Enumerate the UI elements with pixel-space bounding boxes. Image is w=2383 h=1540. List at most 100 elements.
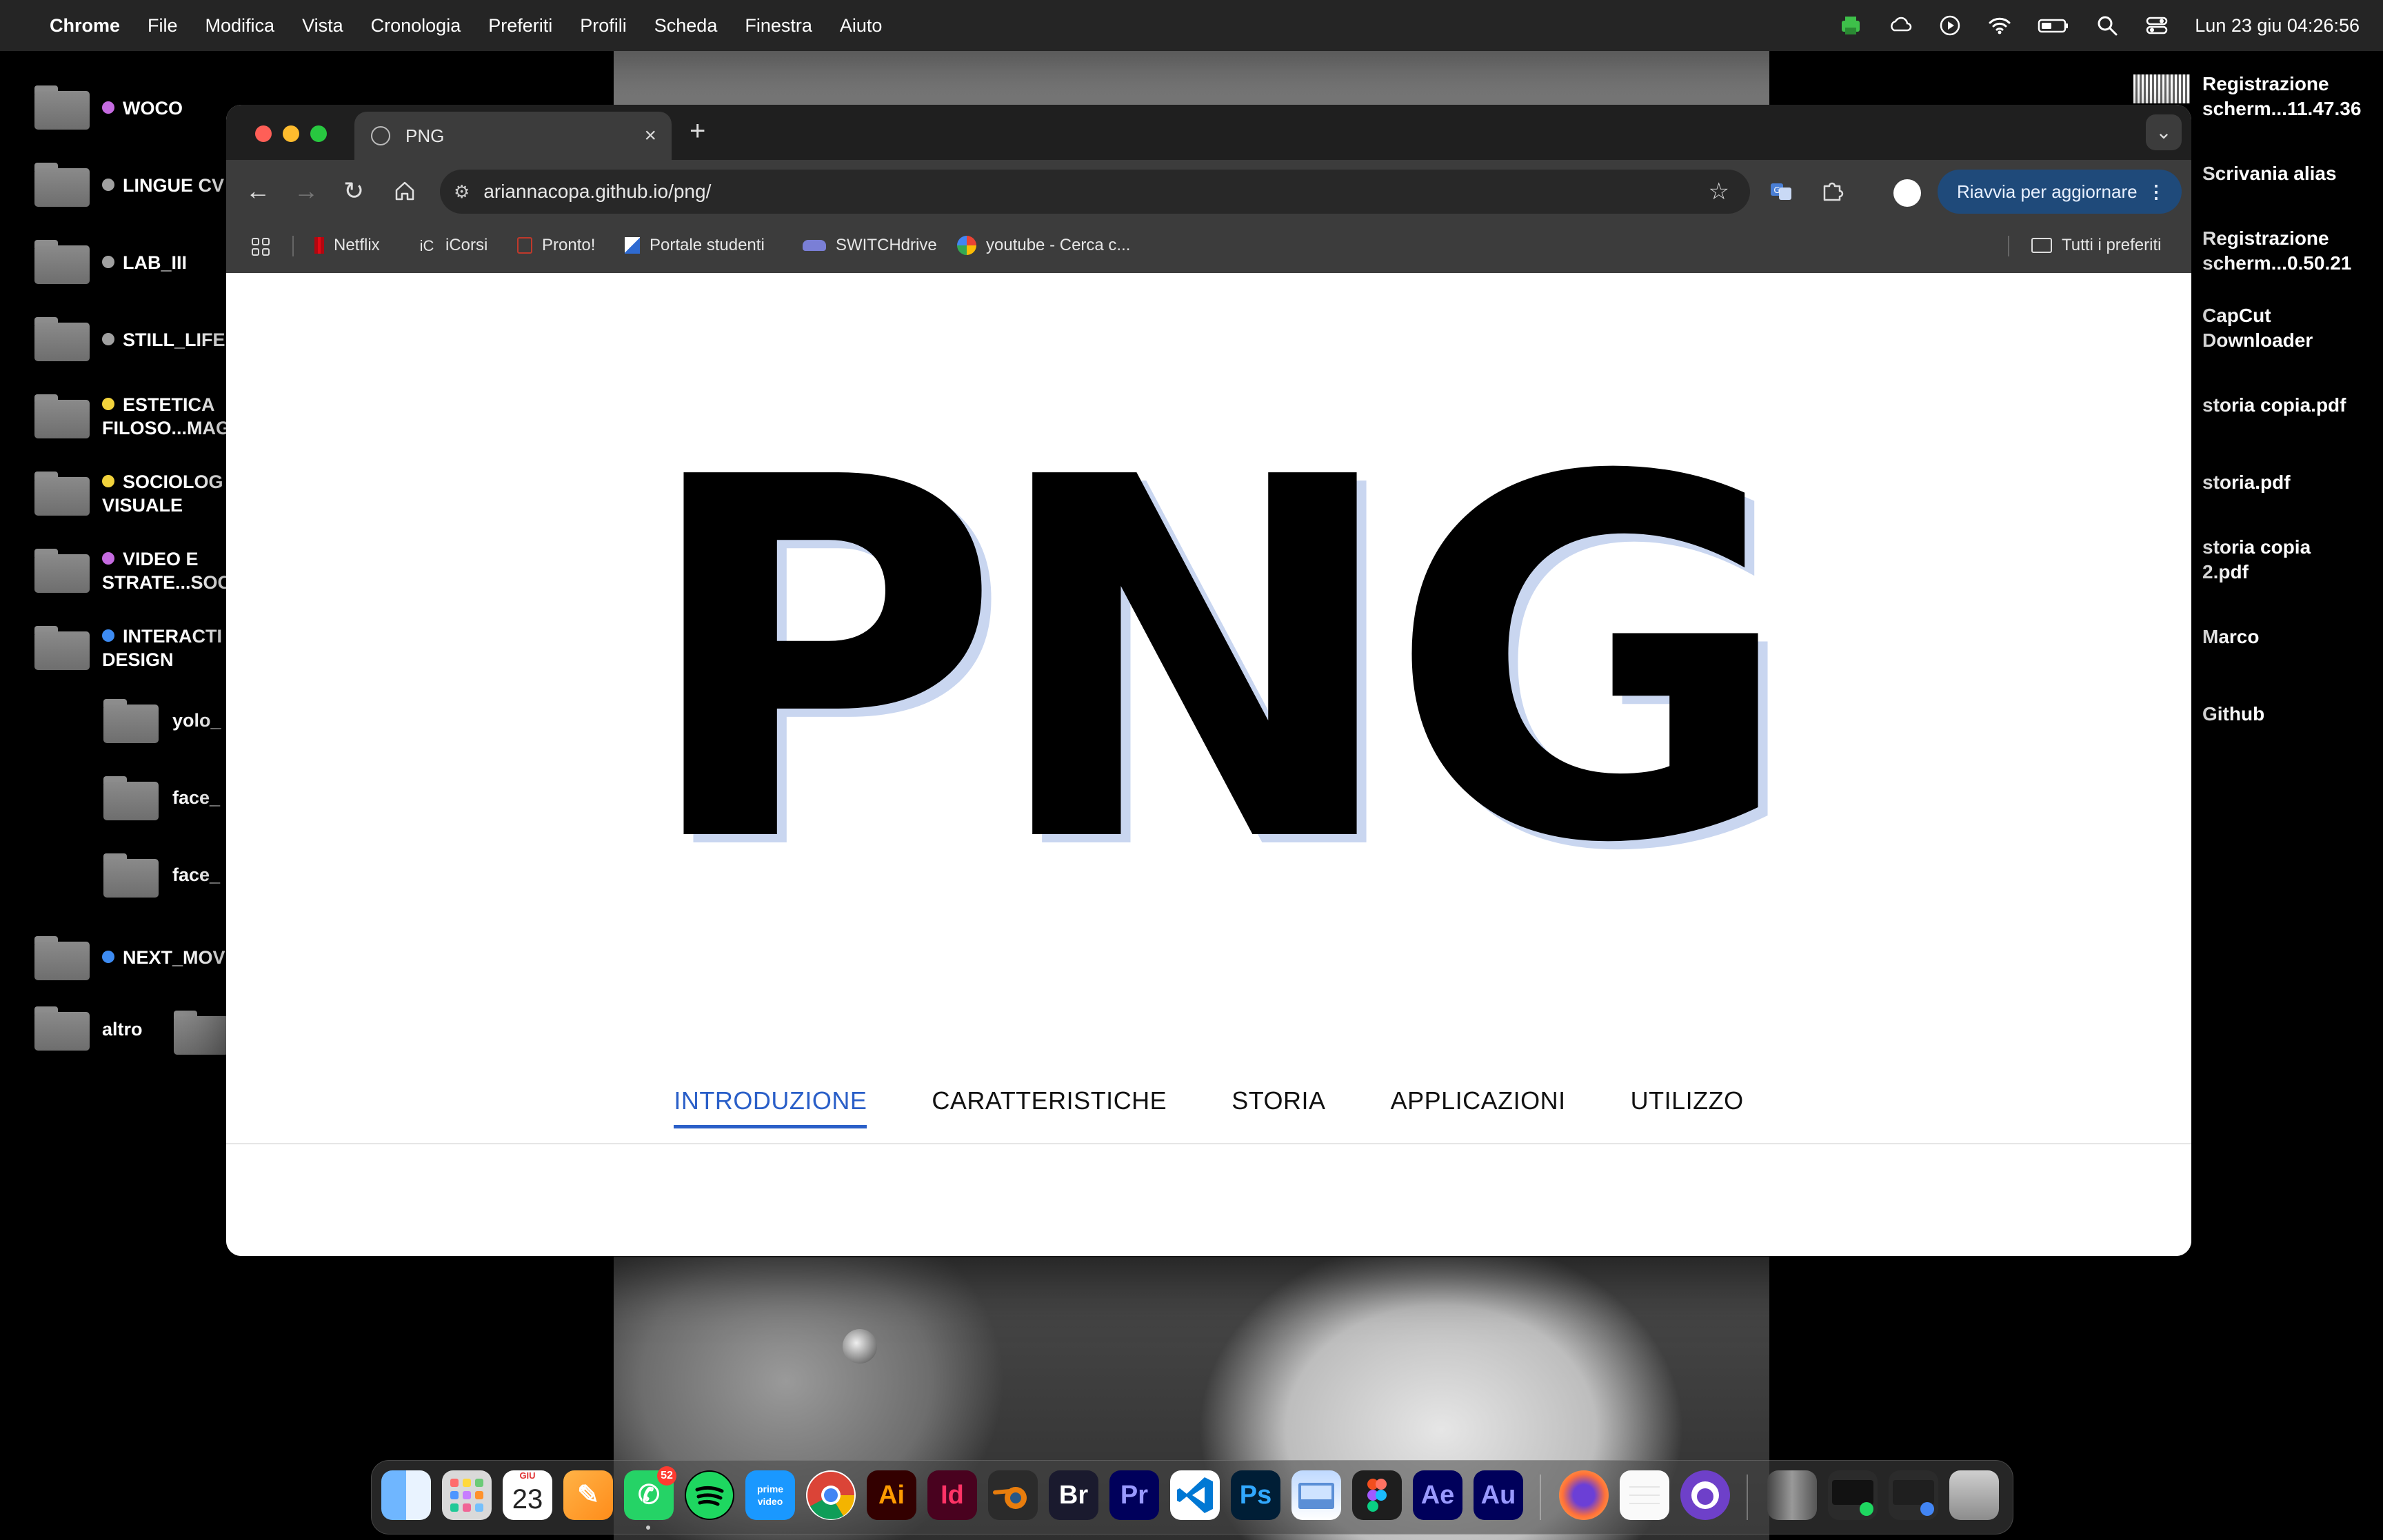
nav-applicazioni[interactable]: APPLICAZIONI <box>1391 1086 1566 1128</box>
menu-finestra[interactable]: Finestra <box>745 15 812 37</box>
bridge-icon[interactable]: Br <box>1049 1470 1098 1520</box>
finder-icon[interactable] <box>381 1470 431 1520</box>
desktop-item-video[interactable]: VIDEO E STRATE...SOC <box>102 547 231 594</box>
nav-utilizzo[interactable]: UTILIZZO <box>1631 1086 1744 1128</box>
notes-icon[interactable] <box>1620 1470 1669 1520</box>
firefox-icon[interactable] <box>1559 1470 1609 1520</box>
menu-preferiti[interactable]: Preferiti <box>488 15 552 37</box>
vscode-icon[interactable] <box>1170 1470 1220 1520</box>
bookmark-icorsi[interactable]: iC iCorsi <box>418 236 488 255</box>
play-circle-icon[interactable] <box>1938 14 1962 37</box>
printer-status-icon[interactable] <box>1839 14 1862 37</box>
desktop-file-storia[interactable]: storia.pdf <box>2202 470 2291 495</box>
menu-profili[interactable]: Profili <box>580 15 627 37</box>
profile-avatar[interactable] <box>1893 179 1921 207</box>
folder-icon[interactable] <box>103 776 159 820</box>
desktop-item-interaction[interactable]: INTERACTI DESIGN <box>102 625 222 671</box>
folder-icon[interactable] <box>34 317 90 361</box>
prime-video-icon[interactable]: prime video <box>745 1470 795 1520</box>
all-bookmarks[interactable]: Tutti i preferiti <box>2031 236 2161 255</box>
desktop-subitem-face-2[interactable]: face_ <box>172 863 220 886</box>
bookmark-switchdrive[interactable]: SWITCHdrive <box>803 236 937 255</box>
back-arrow-icon[interactable]: ← <box>245 176 270 205</box>
after-effects-icon[interactable]: Ae <box>1413 1470 1462 1520</box>
folder-icon[interactable] <box>103 853 159 898</box>
launchpad-icon[interactable] <box>442 1470 492 1520</box>
menu-datetime[interactable]: Lun 23 giu 04:26:56 <box>2195 15 2360 37</box>
desktop-file-marco[interactable]: Marco <box>2202 625 2259 649</box>
update-chrome-button[interactable]: Riavvia per aggiornare ⋮ <box>1938 170 2182 214</box>
translate-icon[interactable]: G <box>1769 179 1794 204</box>
folder-icon[interactable] <box>34 163 90 207</box>
bookmark-star-icon[interactable]: ☆ <box>1709 178 1729 205</box>
desktop-file-storia-copia[interactable]: storia copia.pdf <box>2202 393 2346 418</box>
trash-icon[interactable] <box>1949 1470 1999 1520</box>
desktop-item-lab-iii[interactable]: LAB_III <box>102 251 187 274</box>
photoshop-icon[interactable]: Ps <box>1231 1470 1280 1520</box>
bookmark-pronto[interactable]: Pronto! <box>517 236 595 255</box>
folder-icon[interactable] <box>34 472 90 516</box>
tab-png[interactable]: PNG × <box>354 112 672 160</box>
pages-icon[interactable]: ✎ <box>563 1470 613 1520</box>
bookmark-youtube-search[interactable]: youtube - Cerca c... <box>957 236 1130 255</box>
calendar-icon[interactable]: GIU 23 <box>503 1470 552 1520</box>
menu-aiuto[interactable]: Aiuto <box>840 15 883 37</box>
whatsapp-icon[interactable]: ✆ 52 <box>624 1466 676 1530</box>
folder-icon[interactable] <box>34 240 90 284</box>
illustrator-icon[interactable]: Ai <box>867 1470 916 1520</box>
folder-icon[interactable] <box>34 549 90 593</box>
cloud-sync-icon[interactable] <box>1889 14 1912 37</box>
folder-icon[interactable] <box>34 85 90 130</box>
indesign-icon[interactable]: Id <box>927 1470 977 1520</box>
url-text[interactable]: ariannacopa.github.io/png/ <box>483 181 711 203</box>
desktop-item-woco[interactable]: WOCO <box>102 97 183 120</box>
menu-cronologia[interactable]: Cronologia <box>371 15 461 37</box>
menu-scheda[interactable]: Scheda <box>654 15 718 37</box>
wifi-icon[interactable] <box>1988 14 2011 37</box>
control-center-icon[interactable] <box>2145 14 2169 37</box>
nav-introduzione[interactable]: INTRODUZIONE <box>674 1086 867 1128</box>
preview-icon[interactable] <box>1291 1470 1341 1520</box>
audition-icon[interactable]: Au <box>1474 1470 1523 1520</box>
figma-icon[interactable] <box>1352 1470 1402 1520</box>
reload-icon[interactable]: ↻ <box>343 176 364 205</box>
close-tab-icon[interactable]: × <box>644 124 656 148</box>
home-icon[interactable] <box>393 179 416 203</box>
new-tab-icon[interactable]: + <box>690 116 705 147</box>
premiere-icon[interactable]: Pr <box>1109 1470 1159 1520</box>
spotify-icon[interactable] <box>685 1470 734 1520</box>
desktop-file-storia-copia-2[interactable]: storia copia 2.pdf <box>2202 535 2311 585</box>
close-window-button[interactable] <box>255 125 272 142</box>
tab-search-chevron-icon[interactable]: ⌄ <box>2146 114 2182 150</box>
desktop-file-capcut[interactable]: CapCut Downloader <box>2202 303 2313 353</box>
zoom-window-button[interactable] <box>310 125 327 142</box>
desktop-item-sociologia[interactable]: SOCIOLOG VISUALE <box>102 470 223 517</box>
desktop-subitem-yolo[interactable]: yolo_ <box>172 709 221 732</box>
folder-icon[interactable] <box>103 699 159 743</box>
nav-storia[interactable]: STORIA <box>1231 1086 1325 1128</box>
chrome-window-thumbnail[interactable] <box>1889 1470 1938 1520</box>
desktop-file-scrivania-alias[interactable]: Scrivania alias <box>2202 161 2337 186</box>
folder-icon[interactable] <box>34 936 90 980</box>
recent-window-thumbnail[interactable] <box>1767 1470 1817 1520</box>
folder-icon[interactable] <box>34 394 90 438</box>
folder-icon[interactable] <box>174 1011 229 1055</box>
address-bar[interactable]: ⚙ ariannacopa.github.io/png/ ☆ <box>440 170 1750 214</box>
desktop-item-lingue-cv[interactable]: LINGUE CV <box>102 174 224 197</box>
folder-icon[interactable] <box>34 626 90 670</box>
menu-app-name[interactable]: Chrome <box>50 15 120 37</box>
menu-modifica[interactable]: Modifica <box>205 15 275 37</box>
extensions-puzzle-icon[interactable] <box>1820 179 1844 203</box>
github-desktop-icon[interactable] <box>1680 1470 1730 1520</box>
bookmark-netflix[interactable]: Netflix <box>314 236 380 255</box>
nav-caratteristiche[interactable]: CARATTERISTICHE <box>932 1086 1167 1128</box>
folder-icon[interactable] <box>34 1006 90 1051</box>
desktop-file-registrazione-2[interactable]: Registrazione scherm...0.50.21 <box>2202 226 2351 276</box>
desktop-item-altro[interactable]: altro <box>102 1017 143 1041</box>
minimize-window-button[interactable] <box>283 125 299 142</box>
desktop-item-still-life[interactable]: STILL_LIFE <box>102 328 225 352</box>
bookmark-portale-studenti[interactable]: Portale studenti <box>625 236 765 255</box>
menu-vista[interactable]: Vista <box>302 15 343 37</box>
battery-icon[interactable] <box>2038 14 2069 37</box>
spotlight-search-icon[interactable] <box>2095 14 2119 37</box>
